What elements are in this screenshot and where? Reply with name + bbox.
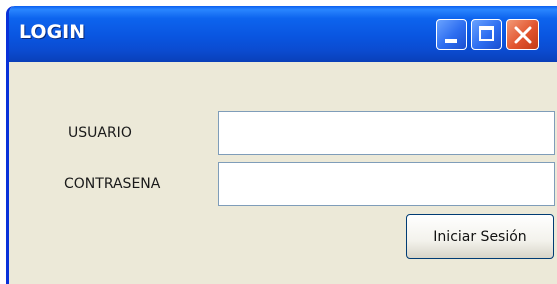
password-label: CONTRASENA [64,176,161,192]
login-button[interactable]: Iniciar Sesión [406,214,554,259]
close-icon [514,26,532,44]
title-bar[interactable]: LOGIN [9,6,557,62]
maximize-button[interactable] [471,19,502,50]
maximize-icon [479,26,494,41]
username-input[interactable] [218,111,555,155]
username-label: USUARIO [68,125,132,141]
password-input[interactable] [218,162,555,206]
login-window: LOGIN USUARIO CONTRASENA Iniciar Sesión [6,6,557,284]
close-button[interactable] [506,19,539,50]
minimize-icon [445,39,457,43]
minimize-button[interactable] [436,19,467,50]
window-title: LOGIN [19,21,86,43]
